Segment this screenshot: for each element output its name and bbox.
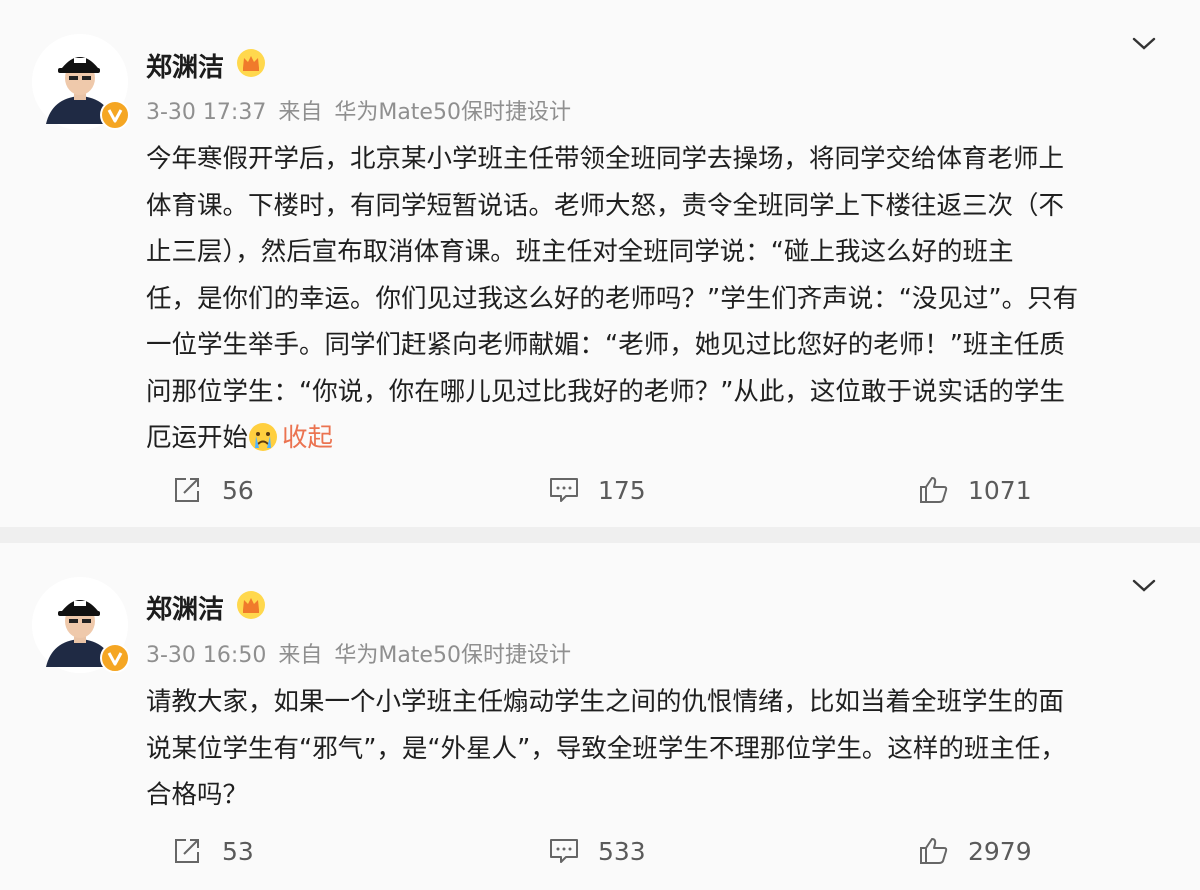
- text-line: 合格吗？: [146, 780, 249, 810]
- text-line: 问那位学生：“你说，你在哪儿见过比我好的老师？”从此，这位敢于说实话的学生: [146, 376, 1065, 407]
- repost-count: 56: [222, 475, 254, 505]
- post-source: 华为Mate50保时捷设计: [334, 643, 571, 668]
- text-line: 说某位学生有“邪气”，是“外星人”，导致全班学生不理那位学生。这样的班主任，: [146, 733, 1066, 764]
- action-bar: 53 533 2979: [0, 831, 1200, 871]
- text-line-content: 厄运开始: [146, 423, 249, 453]
- like-button[interactable]: 2979: [918, 831, 1032, 871]
- comment-button[interactable]: 175: [548, 470, 646, 510]
- v-badge-icon: [100, 100, 130, 130]
- v-badge-icon: [100, 643, 130, 673]
- repost-count: 53: [222, 836, 254, 866]
- username[interactable]: 郑渊洁: [146, 589, 224, 626]
- avatar[interactable]: [32, 577, 130, 673]
- post-time[interactable]: 3-30 16:50: [146, 643, 266, 668]
- post-source: 华为Mate50保时捷设计: [334, 100, 571, 125]
- text-line: 请教大家，如果一个小学班主任煽动学生之间的仇恨情绪，比如当着全班学生的面: [146, 687, 1065, 717]
- source-prefix: 来自: [278, 100, 323, 125]
- thumbs-up-icon: [920, 477, 948, 503]
- comment-icon: [550, 839, 578, 863]
- like-count: 1071: [968, 475, 1032, 505]
- collapse-link[interactable]: 收起: [282, 423, 333, 453]
- text-line-last: 厄运开始 收起: [146, 415, 1166, 462]
- crown-icon[interactable]: [236, 590, 266, 620]
- weibo-post: 郑渊洁 3-30 16:50 来自 华为Mate50保时捷设计 请教大家，如果一个小…: [0, 543, 1200, 890]
- repost-button[interactable]: 56: [172, 470, 254, 510]
- comment-button[interactable]: 533: [548, 831, 646, 871]
- comment-count: 533: [598, 836, 646, 866]
- text-line: 止三层），然后宣布取消体育课。班主任对全班同学说：“碰上我这么好的班主: [146, 237, 1014, 267]
- repost-icon: [175, 839, 199, 863]
- like-count: 2979: [968, 836, 1032, 866]
- post-meta: 3-30 17:37 来自 华为Mate50保时捷设计: [146, 94, 583, 126]
- text-line: 任，是你们的幸运。你们见过我这么好的老师吗？”学生们齐声说：“没见过”。只有: [146, 283, 1079, 314]
- crown-icon[interactable]: [236, 48, 266, 78]
- action-bar: 56 175 1071: [0, 470, 1200, 510]
- crying-emoji-icon: [249, 423, 278, 451]
- text-line: 一位学生举手。同学们赶紧向老师献媚：“老师，她见过比您好的老师！”班主任质: [146, 330, 1065, 360]
- username[interactable]: 郑渊洁: [146, 47, 224, 84]
- like-button[interactable]: 1071: [918, 470, 1032, 510]
- source-prefix: 来自: [278, 643, 323, 668]
- post-meta: 3-30 16:50 来自 华为Mate50保时捷设计: [146, 637, 583, 669]
- repost-icon: [175, 478, 199, 502]
- repost-button[interactable]: 53: [172, 831, 254, 871]
- post-text: 今年寒假开学后，北京某小学班主任带领全班同学去操场，将同学交给体育老师上 体育课…: [146, 136, 1166, 462]
- post-time[interactable]: 3-30 17:37: [146, 100, 266, 125]
- thumbs-up-icon: [920, 838, 948, 864]
- chevron-down-icon[interactable]: [1131, 577, 1157, 595]
- avatar[interactable]: [32, 34, 130, 130]
- chevron-down-icon[interactable]: [1131, 35, 1157, 53]
- text-line: 体育课。下楼时，有同学短暂说话。老师大怒，责令全班同学上下楼往返三次（不: [146, 190, 1065, 221]
- post-text: 请教大家，如果一个小学班主任煽动学生之间的仇恨情绪，比如当着全班学生的面 说某位…: [146, 679, 1166, 819]
- comment-count: 175: [598, 475, 646, 505]
- weibo-post: 郑渊洁 3-30 17:37 来自 华为Mate50保时捷设计 今年寒假开学后，北京…: [0, 0, 1200, 527]
- comment-icon: [550, 478, 578, 502]
- text-line: 今年寒假开学后，北京某小学班主任带领全班同学去操场，将同学交给体育老师上: [146, 144, 1065, 174]
